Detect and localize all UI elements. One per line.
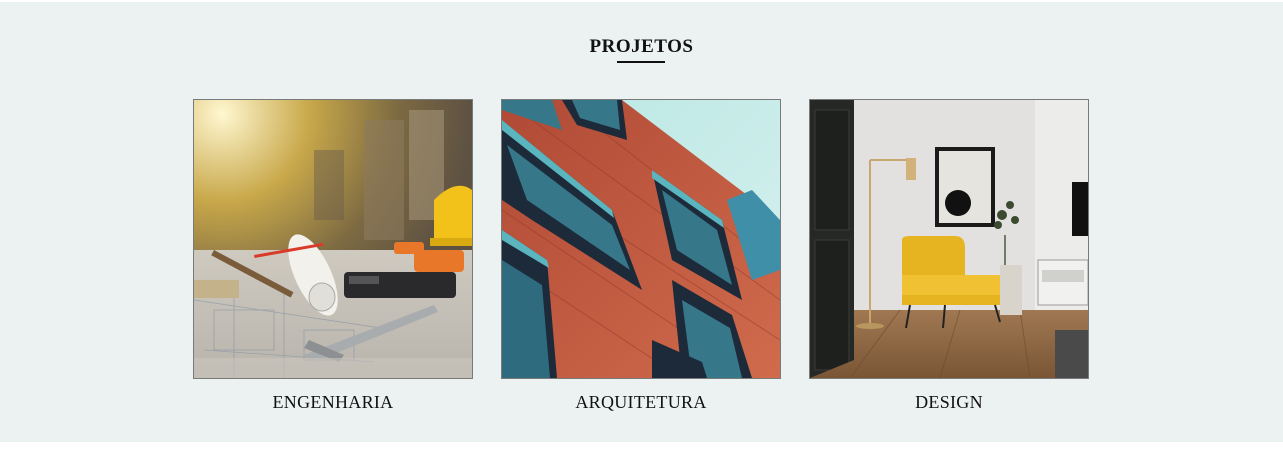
project-label-arquitetura[interactable]: ARQUITETURA: [501, 392, 781, 413]
arquitetura-image[interactable]: [501, 99, 781, 379]
project-label-engenharia[interactable]: ENGENHARIA: [193, 392, 473, 413]
project-card-design[interactable]: DESIGN: [809, 99, 1089, 413]
project-card-arquitetura[interactable]: ARQUITETURA: [501, 99, 781, 413]
project-label-design[interactable]: DESIGN: [809, 392, 1089, 413]
section-title: PROJETOS: [589, 36, 694, 57]
title-underline: [617, 61, 665, 63]
project-card-engenharia[interactable]: ENGENHARIA: [193, 99, 473, 413]
design-image[interactable]: [809, 99, 1089, 379]
engenharia-image[interactable]: [193, 99, 473, 379]
projects-section: PROJETOS ENGENHARIA ARQUITETURA DESIGN: [0, 2, 1283, 442]
